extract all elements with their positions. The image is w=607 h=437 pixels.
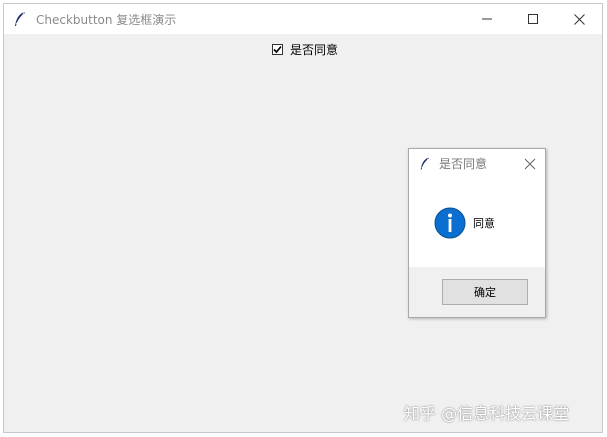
maximize-icon (528, 14, 538, 24)
checkbutton-label: 是否同意 (290, 42, 339, 57)
agree-checkbutton[interactable]: 是否同意 (272, 40, 338, 58)
dialog-close-button[interactable] (523, 156, 537, 170)
close-button[interactable] (556, 4, 602, 34)
window-title: Checkbutton 复选框演示 (36, 12, 177, 27)
checkmark-icon (273, 45, 282, 53)
dialog-title: 是否同意 (439, 156, 488, 171)
minimize-button[interactable] (464, 4, 510, 34)
info-icon (434, 207, 466, 239)
dialog-title-bar[interactable]: 是否同意 (409, 149, 545, 177)
dialog-footer: 确定 (409, 267, 545, 317)
maximize-button[interactable] (510, 4, 556, 34)
dialog-body: 同意 (409, 177, 545, 267)
minimize-icon (482, 18, 492, 20)
checkbox[interactable] (272, 43, 283, 55)
ok-button[interactable]: 确定 (442, 279, 528, 305)
dialog-message: 同意 (473, 217, 495, 230)
close-icon (524, 158, 536, 170)
feather-icon (419, 156, 431, 171)
feather-icon (13, 11, 27, 27)
close-icon (573, 13, 585, 25)
messagebox-dialog: 是否同意 同意 确定 (408, 148, 546, 318)
watermark: 知乎 @信息科技云课堂 (404, 404, 570, 423)
title-bar[interactable]: Checkbutton 复选框演示 (4, 4, 602, 34)
